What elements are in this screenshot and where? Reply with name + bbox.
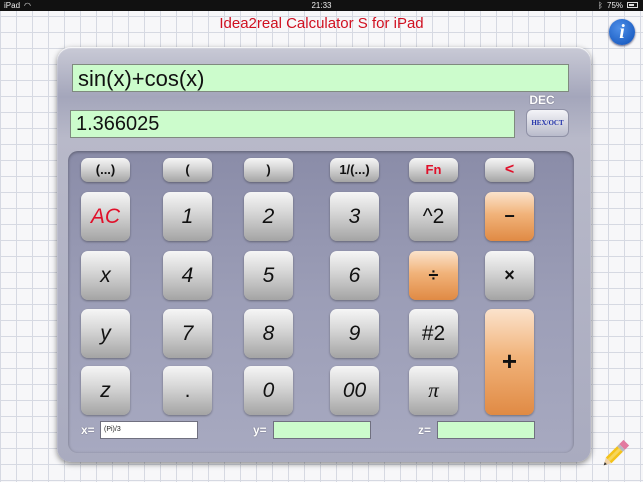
app-title: Idea2real Calculator S for iPad [219, 15, 424, 32]
digit-5-key[interactable]: 5 [244, 251, 293, 300]
y-variable-input[interactable] [273, 421, 371, 439]
z-variable-input[interactable] [437, 421, 535, 439]
y-variable-label: y= [253, 423, 267, 437]
x-variable-input[interactable]: (Pi)/3 [100, 421, 198, 439]
result-display: 1.366025 [70, 110, 515, 138]
square-key[interactable]: ^2 [409, 192, 458, 241]
variable-y-key[interactable]: y [81, 309, 130, 358]
pi-key[interactable]: π [409, 366, 458, 415]
hash-2-key[interactable]: #2 [409, 309, 458, 358]
double-zero-key[interactable]: 00 [330, 366, 379, 415]
minus-key[interactable]: − [485, 192, 534, 241]
clock: 21:33 [311, 1, 332, 10]
number-mode-label: DEC [529, 93, 555, 107]
digit-8-key[interactable]: 8 [244, 309, 293, 358]
digit-3-key[interactable]: 3 [330, 192, 379, 241]
digit-7-key[interactable]: 7 [163, 309, 212, 358]
paren-group-key[interactable]: (...) [81, 158, 130, 182]
digit-0-key[interactable]: 0 [244, 366, 293, 415]
function-key[interactable]: Fn [409, 158, 458, 182]
all-clear-key[interactable]: AC [81, 192, 130, 241]
digit-2-key[interactable]: 2 [244, 192, 293, 241]
info-button[interactable]: i [609, 19, 635, 45]
x-variable-label: x= [81, 423, 95, 437]
hex-oct-button[interactable]: HEX/OCT [526, 109, 569, 137]
divide-key[interactable]: ÷ [409, 251, 458, 300]
expression-display[interactable]: sin(x)+cos(x) [72, 64, 569, 92]
plus-key[interactable]: + [485, 309, 534, 415]
battery-icon [627, 2, 638, 8]
variable-z-key[interactable]: z [81, 366, 130, 415]
close-paren-key[interactable]: ) [244, 158, 293, 182]
keypad: (...) ( ) 1/(...) Fn < AC 1 2 3 ^2 − x 4… [68, 151, 574, 453]
digit-1-key[interactable]: 1 [163, 192, 212, 241]
calculator-body: sin(x)+cos(x) 1.366025 DEC HEX/OCT (...)… [57, 47, 591, 462]
z-variable-label: z= [418, 423, 432, 437]
bluetooth-icon: ᛒ [598, 1, 603, 10]
multiply-key[interactable]: × [485, 251, 534, 300]
digit-9-key[interactable]: 9 [330, 309, 379, 358]
backspace-key[interactable]: < [485, 158, 534, 182]
open-paren-key[interactable]: ( [163, 158, 212, 182]
pencil-icon[interactable] [598, 437, 632, 471]
digit-4-key[interactable]: 4 [163, 251, 212, 300]
variable-x-key[interactable]: x [81, 251, 130, 300]
battery-percent: 75% [607, 1, 624, 10]
digit-6-key[interactable]: 6 [330, 251, 379, 300]
decimal-point-key[interactable]: . [163, 366, 212, 415]
reciprocal-key[interactable]: 1/(...) [330, 158, 379, 182]
status-bar: iPad ◠ 21:33 ᛒ 75% [0, 0, 643, 11]
